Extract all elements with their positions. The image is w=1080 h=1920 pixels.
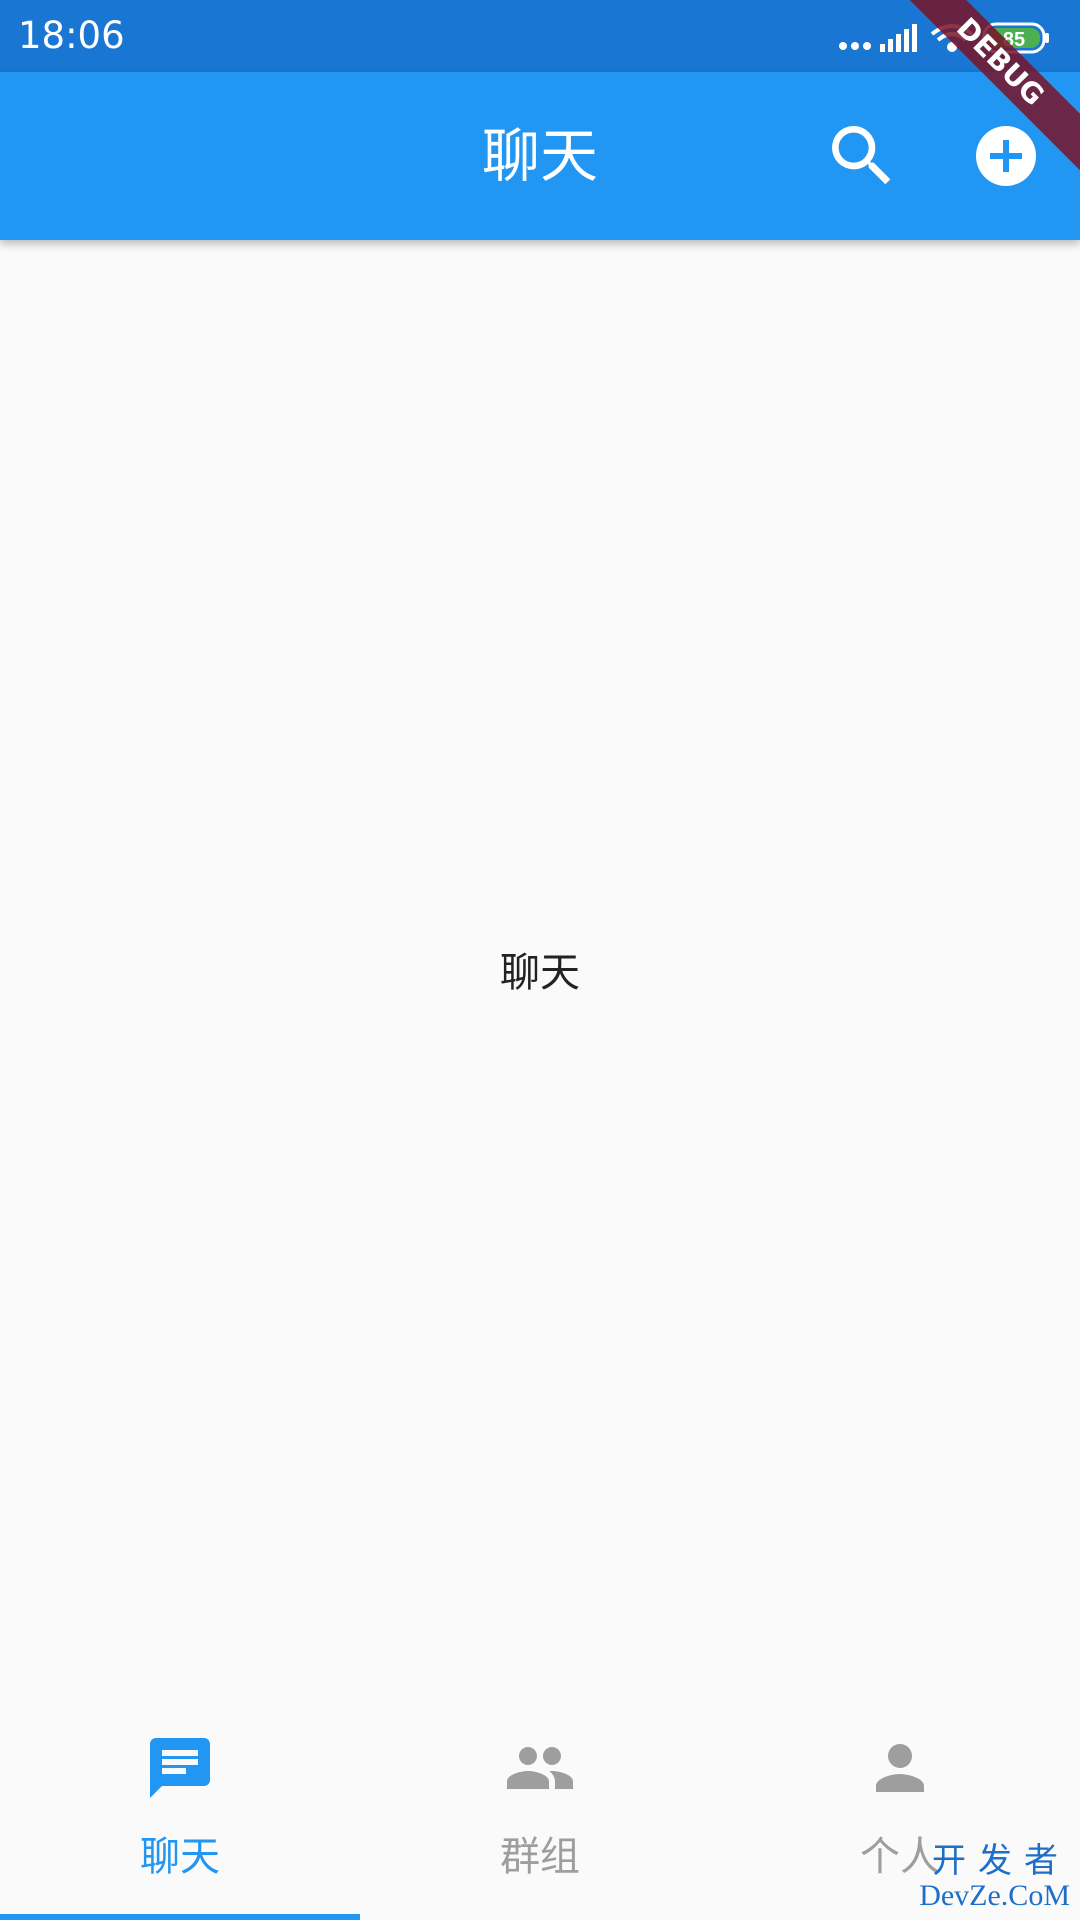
nav-label-chat: 聊天	[140, 1834, 220, 1880]
person-icon	[876, 1744, 924, 1792]
nav-label-group: 群组	[500, 1834, 580, 1880]
active-tab-indicator	[0, 1914, 360, 1920]
content-text: 聊天	[500, 950, 580, 996]
more-dots-icon	[839, 42, 847, 50]
watermark-line2: DevZe.CoM	[919, 1879, 1070, 1912]
search-icon	[832, 126, 891, 185]
watermark-line1: 开发者	[932, 1843, 1070, 1880]
bottom-navigation: 聊天 群组 个人	[0, 1712, 1080, 1920]
search-button[interactable]	[822, 116, 902, 196]
watermark: 开发者 DevZe.CoM	[919, 1844, 1070, 1912]
group-icon	[507, 1747, 573, 1789]
add-circle-icon	[976, 126, 1036, 186]
status-time: 18:06	[18, 14, 125, 57]
signal-icon	[880, 24, 917, 52]
app-bar: 聊天	[0, 72, 1080, 240]
page-title: 聊天	[481, 122, 598, 190]
status-bar: 18:06 85	[0, 0, 1080, 72]
nav-item-group[interactable]: 群组	[360, 1712, 720, 1920]
chat-icon	[150, 1738, 210, 1798]
add-button[interactable]	[966, 116, 1046, 196]
nav-item-chat[interactable]: 聊天	[0, 1712, 360, 1920]
